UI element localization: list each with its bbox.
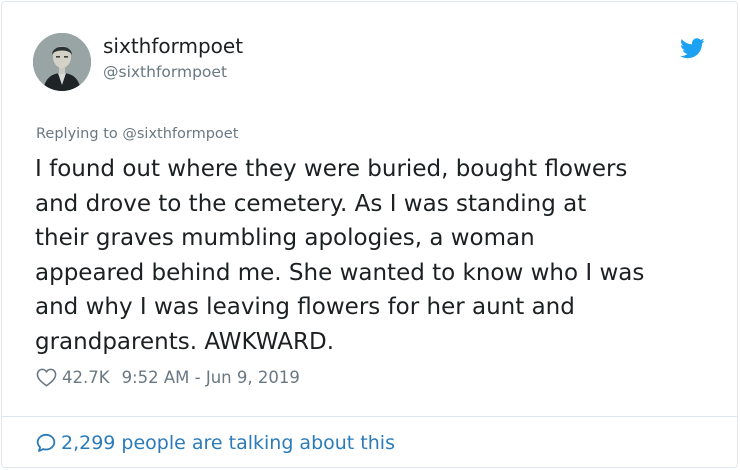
tweet-timestamp[interactable]: 9:52 AM - Jun 9, 2019 <box>122 368 300 387</box>
user-handle[interactable]: @sixthformpoet <box>103 63 227 81</box>
tweet-text-line: I found out where they were buried, boug… <box>35 156 628 182</box>
tweet-text-line: grandparents. AWKWARD. <box>35 328 335 355</box>
tweet-text-line: appeared behind me. She wanted to know w… <box>35 259 645 286</box>
avatar-portrait <box>33 33 91 91</box>
conversation-label[interactable]: 2,299 people are talking about this <box>61 432 395 454</box>
twitter-bird-icon[interactable] <box>680 38 705 59</box>
conversation-link[interactable]: 2,299 people are talking about this <box>36 430 395 456</box>
speech-bubble-icon <box>36 433 56 452</box>
avatar[interactable] <box>33 33 91 91</box>
display-name[interactable]: sixthformpoet <box>103 34 243 58</box>
tweet-text-line: their graves mumbling apologies, a woman <box>35 225 535 251</box>
tweet-text-line: and drove to the cemetery. As I was stan… <box>35 190 587 217</box>
tweet-text: I found out where they were buried, boug… <box>35 152 644 359</box>
tweet-meta: 42.7K 9:52 AM - Jun 9, 2019 <box>36 366 300 388</box>
divider <box>1 416 737 417</box>
heart-icon[interactable] <box>36 368 57 387</box>
tweet-text-line: and why I was leaving flowers for her au… <box>35 294 575 320</box>
like-count[interactable]: 42.7K <box>62 368 110 387</box>
replying-to-label[interactable]: Replying to @sixthformpoet <box>36 126 238 142</box>
